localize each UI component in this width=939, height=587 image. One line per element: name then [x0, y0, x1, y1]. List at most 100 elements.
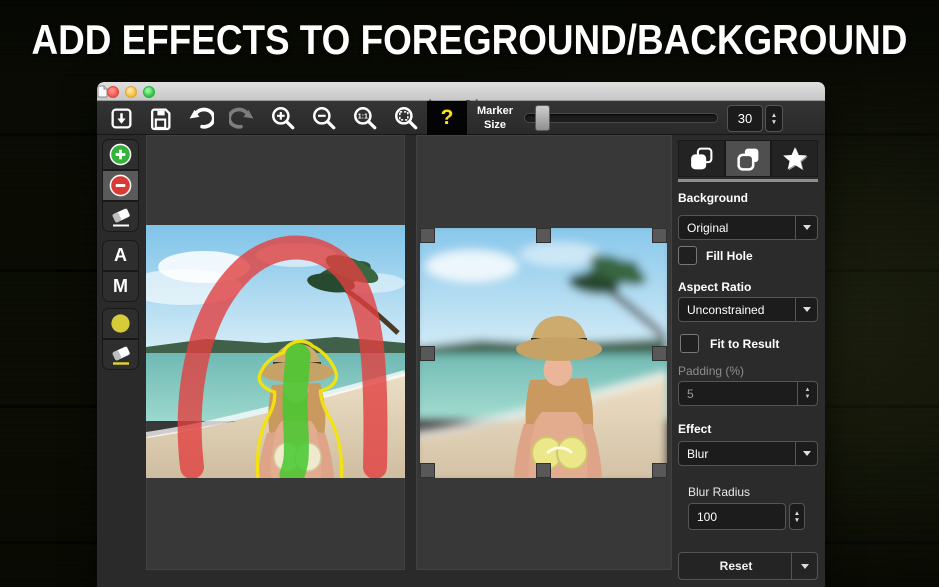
auto-select-button[interactable]: A: [102, 240, 139, 271]
fit-to-result-label: Fit to Result: [710, 337, 779, 351]
blur-radius-stepper[interactable]: ▲ ▼: [789, 503, 805, 530]
aspect-ratio-dropdown[interactable]: Unconstrained: [678, 297, 818, 322]
help-button[interactable]: ?: [427, 101, 467, 135]
source-canvas-panel[interactable]: [146, 135, 405, 570]
marker-size-slider-handle[interactable]: [535, 105, 550, 131]
marker-size-label: Marker Size: [469, 104, 521, 132]
background-dropdown-value: Original: [687, 221, 728, 235]
yellow-circle-icon: [109, 312, 132, 335]
effect-dropdown[interactable]: Blur: [678, 441, 818, 466]
marker-size-stepper[interactable]: ▲ ▼: [765, 105, 783, 132]
result-image[interactable]: [420, 228, 667, 478]
reset-button-label: Reset: [679, 559, 793, 573]
save-button[interactable]: [146, 105, 174, 131]
page-title: ADD EFFECTS TO FOREGROUND/BACKGROUND: [0, 20, 939, 63]
star-icon: [781, 145, 809, 173]
save-icon: [148, 106, 173, 131]
resize-handle[interactable]: [652, 228, 667, 243]
resize-handle[interactable]: [420, 228, 435, 243]
yellow-outline-marker-button[interactable]: [102, 308, 139, 339]
effect-label: Effect: [678, 422, 711, 436]
import-button[interactable]: [107, 105, 135, 131]
fill-hole-checkbox[interactable]: [678, 246, 697, 265]
chevron-down-icon: [803, 307, 811, 312]
undo-icon: [188, 105, 214, 131]
zoom-actual-size-icon: 1:1: [352, 105, 378, 131]
reset-button[interactable]: Reset: [678, 552, 818, 580]
settings-sidebar: Background Original Fill Hole Aspect Rat…: [672, 135, 825, 587]
remove-background-marker-button[interactable]: [102, 170, 139, 201]
green-marker-stroke: [292, 356, 298, 475]
desktop-background: ADD EFFECTS TO FOREGROUND/BACKGROUND ima…: [0, 0, 939, 587]
app-window: image2.jpg: [97, 82, 825, 587]
resize-handle[interactable]: [420, 463, 435, 478]
reset-dropdown-button[interactable]: [791, 553, 817, 579]
sidebar-tabs: [678, 140, 818, 177]
undo-button[interactable]: [187, 105, 215, 131]
padding-value: 5: [687, 387, 694, 401]
stepper-down-icon[interactable]: ▼: [794, 517, 800, 524]
tab-foreground[interactable]: [678, 140, 725, 177]
zoom-actual-size-button[interactable]: 1:1: [351, 105, 379, 131]
background-label: Background: [678, 191, 748, 205]
zoom-out-button[interactable]: [310, 105, 338, 131]
eraser-icon: [109, 205, 133, 229]
tab-background[interactable]: [725, 140, 772, 177]
foreground-layers-icon: [688, 145, 715, 172]
aspect-ratio-dropdown-button[interactable]: [795, 298, 817, 321]
background-layers-icon: [735, 145, 762, 172]
padding-label: Padding (%): [678, 364, 744, 378]
document-icon: [97, 85, 108, 98]
blur-radius-value: 100: [697, 510, 717, 524]
padding-input[interactable]: 5 ▲▼: [678, 381, 818, 406]
manual-select-label: M: [113, 276, 128, 297]
fit-to-result-checkbox[interactable]: [680, 334, 699, 353]
chevron-down-icon: [803, 451, 811, 456]
effect-dropdown-value: Blur: [687, 447, 708, 461]
chevron-down-icon: [803, 225, 811, 230]
effect-dropdown-button[interactable]: [795, 442, 817, 465]
erase-outline-button[interactable]: [102, 339, 139, 370]
window-titlebar[interactable]: image2.jpg: [97, 82, 825, 101]
import-icon: [109, 106, 134, 131]
marker-size-slider[interactable]: [524, 113, 718, 123]
svg-text:1:1: 1:1: [358, 114, 368, 121]
eraser-yellow-icon: [109, 343, 133, 367]
redo-button[interactable]: [228, 105, 256, 131]
resize-handle[interactable]: [536, 463, 551, 478]
resize-handle[interactable]: [652, 346, 667, 361]
zoom-to-fit-button[interactable]: [392, 105, 420, 131]
result-canvas-panel[interactable]: [416, 135, 672, 570]
resize-handle[interactable]: [652, 463, 667, 478]
zoom-in-icon: [270, 105, 296, 131]
stepper-up-icon[interactable]: ▲: [794, 510, 800, 517]
manual-select-button[interactable]: M: [102, 271, 139, 302]
zoom-to-fit-icon: [393, 105, 419, 131]
tab-favorites[interactable]: [771, 140, 818, 177]
zoom-in-button[interactable]: [269, 105, 297, 131]
red-minus-icon: [109, 174, 132, 197]
stepper-up-icon[interactable]: ▲: [771, 112, 777, 119]
erase-marker-button[interactable]: [102, 201, 139, 232]
help-icon: ?: [441, 106, 454, 129]
marker-size-value[interactable]: 30: [727, 105, 763, 132]
chevron-down-icon: [801, 564, 809, 569]
redo-icon: [229, 105, 255, 131]
background-dropdown[interactable]: Original: [678, 215, 818, 240]
padding-stepper[interactable]: ▲▼: [797, 382, 817, 405]
blur-radius-label: Blur Radius: [688, 485, 750, 499]
blur-radius-input[interactable]: 100: [688, 503, 786, 530]
background-dropdown-button[interactable]: [795, 216, 817, 239]
resize-handle[interactable]: [420, 346, 435, 361]
zoom-out-icon: [311, 105, 337, 131]
fill-hole-label: Fill Hole: [706, 249, 753, 263]
stepper-down-icon[interactable]: ▼: [771, 119, 777, 126]
add-foreground-marker-button[interactable]: [102, 139, 139, 170]
stepper-up-icon[interactable]: ▲: [805, 387, 811, 394]
auto-select-label: A: [114, 245, 127, 266]
aspect-ratio-label: Aspect Ratio: [678, 280, 751, 294]
resize-handle[interactable]: [536, 228, 551, 243]
stepper-down-icon[interactable]: ▼: [805, 394, 811, 401]
source-image[interactable]: [146, 225, 405, 478]
main-toolbar: 1:1 ? Marker Size 30: [97, 101, 825, 135]
